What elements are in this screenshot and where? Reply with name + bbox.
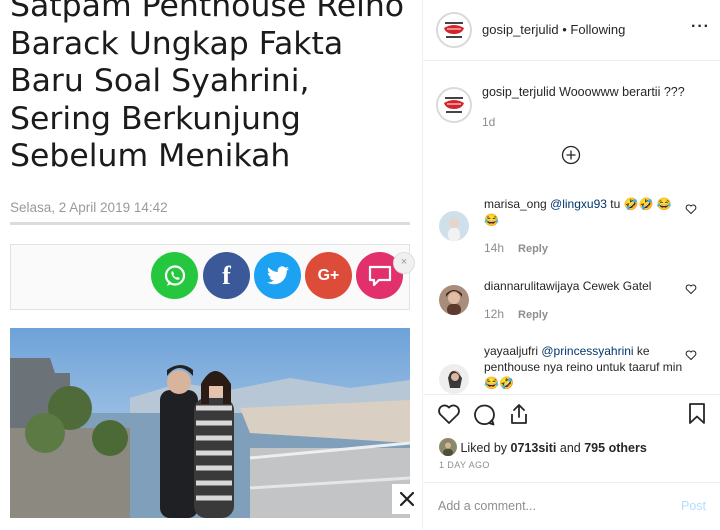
liker-username[interactable]: 0713siti bbox=[511, 441, 557, 455]
avatar-photo bbox=[439, 364, 469, 394]
twitter-icon bbox=[266, 265, 289, 284]
comment-icon bbox=[368, 265, 391, 286]
likes-prefix: Liked by bbox=[460, 441, 508, 455]
avatar-photo bbox=[439, 285, 469, 315]
close-button[interactable] bbox=[392, 484, 421, 514]
likes-line: Liked by 0713siti and 795 others bbox=[439, 434, 647, 456]
post-time-ago: 1 DAY AGO bbox=[439, 460, 490, 470]
caption-avatar[interactable] bbox=[436, 87, 472, 123]
article-headline: Satpam Penthouse Reino Barack Ungkap Fak… bbox=[10, 0, 405, 174]
comment-time: 12h bbox=[484, 307, 505, 321]
comment-time: 14h bbox=[484, 241, 505, 255]
comment-avatar[interactable] bbox=[439, 364, 469, 394]
more-options-icon[interactable]: ··· bbox=[691, 18, 710, 36]
gosip-logo-icon bbox=[438, 14, 470, 46]
comment: diannarulitawijaya Cewek Gatel bbox=[484, 278, 684, 294]
comment-mention[interactable]: @lingxu93 bbox=[550, 197, 607, 211]
following-status[interactable]: Following bbox=[570, 22, 625, 37]
comment-avatar[interactable] bbox=[439, 211, 469, 241]
comment: marisa_ong @lingxu93 tu 🤣🤣 😂😂 bbox=[484, 196, 684, 228]
avatar-photo bbox=[439, 211, 469, 241]
reply-button[interactable]: Reply bbox=[518, 243, 548, 255]
comment-meta: 14h Reply bbox=[484, 241, 548, 255]
heart-icon[interactable] bbox=[685, 283, 697, 295]
facebook-share-button[interactable]: f bbox=[203, 252, 250, 299]
comment-bubble-icon[interactable] bbox=[472, 403, 496, 427]
caption-username[interactable]: gosip_terjulid bbox=[482, 85, 556, 99]
twitter-share-button[interactable] bbox=[254, 252, 301, 299]
divider bbox=[10, 222, 410, 225]
likes-conj: and bbox=[559, 441, 581, 455]
whatsapp-icon bbox=[164, 264, 185, 286]
likes-others[interactable]: 795 others bbox=[584, 441, 647, 455]
post-comment-button[interactable]: Post bbox=[681, 499, 706, 513]
gosip-logo-icon bbox=[438, 89, 470, 121]
liker-avatar[interactable] bbox=[439, 438, 457, 456]
article-date: Selasa, 2 April 2019 14:42 bbox=[10, 200, 168, 215]
photo-image bbox=[10, 328, 410, 518]
google-plus-icon: G+ bbox=[317, 266, 340, 284]
heart-icon[interactable] bbox=[685, 203, 697, 215]
google-plus-share-button[interactable]: G+ bbox=[305, 252, 352, 299]
comment-mention[interactable]: @princessyahrini bbox=[541, 344, 633, 358]
comment-text: Cewek Gatel bbox=[579, 279, 652, 293]
comment-username[interactable]: marisa_ong bbox=[484, 197, 547, 211]
comment-bar: Add a comment... Post bbox=[423, 482, 720, 530]
comment-meta: 12h Reply bbox=[484, 307, 548, 321]
article-photo bbox=[10, 328, 410, 518]
comment: yayaaljufri @princessyahrini ke penthous… bbox=[484, 343, 684, 391]
share-close-icon[interactable]: × bbox=[393, 252, 415, 274]
comment-username[interactable]: yayaaljufri bbox=[484, 344, 538, 358]
comment-input[interactable]: Add a comment... bbox=[438, 499, 536, 513]
post-header: gosip_terjulid • Following ··· bbox=[423, 0, 720, 61]
post-username[interactable]: gosip_terjulid bbox=[482, 22, 559, 37]
load-more-comments-icon[interactable] bbox=[561, 145, 581, 165]
post-header-text: gosip_terjulid • Following bbox=[482, 22, 625, 37]
caption-text: Wooowww berartii ??? bbox=[559, 85, 685, 99]
comment-avatar[interactable] bbox=[439, 285, 469, 315]
bookmark-icon[interactable] bbox=[687, 402, 707, 426]
whatsapp-share-button[interactable] bbox=[151, 252, 198, 299]
comment-username[interactable]: diannarulitawijaya bbox=[484, 279, 579, 293]
close-icon bbox=[399, 491, 415, 507]
share-icon[interactable] bbox=[508, 402, 530, 426]
separator-dot: • bbox=[562, 22, 567, 37]
like-heart-icon[interactable] bbox=[437, 403, 461, 425]
article-panel: Satpam Penthouse Reino Barack Ungkap Fak… bbox=[0, 0, 421, 529]
facebook-icon: f bbox=[222, 260, 231, 290]
reply-button[interactable]: Reply bbox=[518, 309, 548, 321]
heart-icon[interactable] bbox=[685, 349, 697, 361]
caption-time: 1d bbox=[482, 115, 496, 129]
avatar[interactable] bbox=[436, 12, 472, 48]
post-panel: gosip_terjulid • Following ··· gosip_ter… bbox=[422, 0, 720, 529]
caption: gosip_terjulid Wooowww berartii ??? 1d bbox=[482, 84, 712, 130]
